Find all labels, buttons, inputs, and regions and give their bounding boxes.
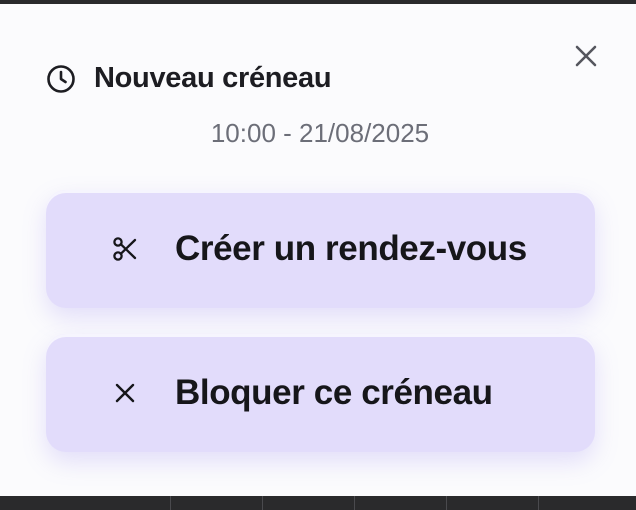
grid-divider: [538, 496, 539, 510]
grid-divider: [262, 496, 263, 510]
dialog-title: Nouveau créneau: [94, 62, 332, 94]
close-icon: [575, 45, 597, 67]
block-slot-label: Bloquer ce créneau: [175, 373, 493, 412]
slot-datetime: 10:00 - 21/08/2025: [210, 118, 430, 148]
create-appointment-button[interactable]: Créer un rendez-vous: [46, 190, 595, 308]
close-button[interactable]: [570, 40, 602, 72]
grid-divider: [446, 496, 447, 510]
block-slot-button[interactable]: Bloquer ce créneau: [46, 334, 595, 452]
x-icon: [110, 378, 140, 408]
scissors-icon: [110, 234, 140, 264]
create-appointment-label: Créer un rendez-vous: [175, 229, 527, 268]
dialog-header: Nouveau créneau: [46, 62, 332, 95]
grid-divider: [354, 496, 355, 510]
grid-divider: [170, 496, 171, 510]
new-slot-dialog: Nouveau créneau 10:00 - 21/08/2025 Créer…: [0, 4, 636, 496]
clock-icon: [46, 64, 76, 94]
